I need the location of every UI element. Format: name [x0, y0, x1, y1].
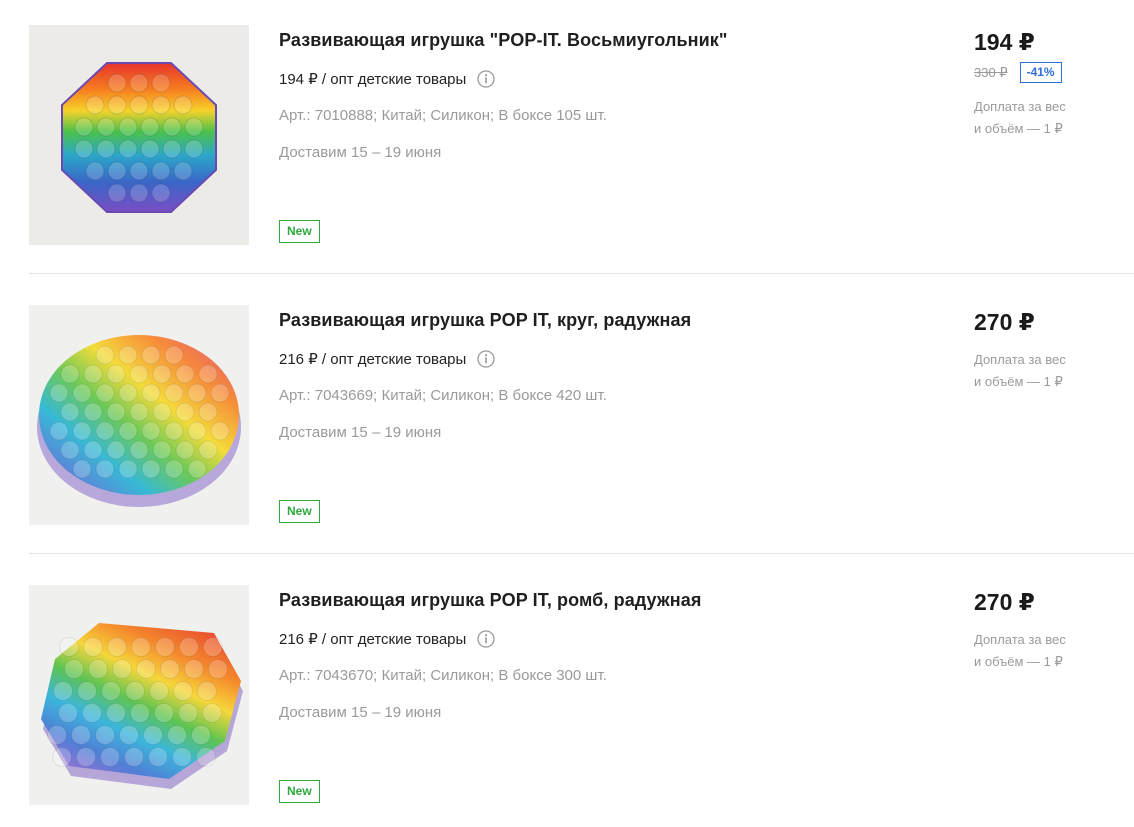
wholesale-price-text: 216 ₽ / опт детские товары [279, 631, 467, 648]
rhombus-pop-it-image [29, 585, 249, 805]
price: 194 ₽ [974, 29, 1035, 55]
price: 270 ₽ [974, 589, 1035, 615]
product-title[interactable]: Развивающая игрушка POP IT, ромб, радужн… [279, 590, 701, 611]
delivery-dates: Доставим 15 – 19 июня [279, 424, 442, 441]
wholesale-price: 216 ₽ / опт детские товары [279, 630, 495, 648]
product-image[interactable] [29, 25, 249, 245]
new-badge: New [279, 220, 320, 243]
product-image[interactable] [29, 305, 249, 525]
product-card: Развивающая игрушка "POP-IT. Восьмиуголь… [29, 25, 1134, 245]
new-badge: New [279, 780, 320, 803]
info-icon[interactable] [477, 350, 495, 368]
surcharge-note: Доплата за вес и объём — 1 ₽ [974, 349, 1134, 393]
surcharge-line: Доплата за вес [974, 99, 1066, 114]
surcharge-note: Доплата за вес и объём — 1 ₽ [974, 96, 1134, 140]
delivery-dates: Доставим 15 – 19 июня [279, 144, 442, 161]
delivery-dates: Доставим 15 – 19 июня [279, 704, 442, 721]
divider [29, 553, 1134, 554]
surcharge-line: Доплата за вес [974, 352, 1066, 367]
product-card: Развивающая игрушка POP IT, ромб, радужн… [29, 585, 1134, 805]
old-price: 330 ₽ [974, 64, 1008, 80]
product-title[interactable]: Развивающая игрушка POP IT, круг, радужн… [279, 310, 691, 331]
wholesale-price-text: 216 ₽ / опт детские товары [279, 351, 467, 368]
surcharge-line: и объём — 1 ₽ [974, 654, 1063, 669]
product-meta: Арт.: 7043670; Китай; Силикон; В боксе 3… [279, 667, 607, 684]
wholesale-price: 194 ₽ / опт детские товары [279, 70, 495, 88]
wholesale-price: 216 ₽ / опт детские товары [279, 350, 495, 368]
surcharge-line: Доплата за вес [974, 632, 1066, 647]
product-image[interactable] [29, 585, 249, 805]
product-meta: Арт.: 7043669; Китай; Силикон; В боксе 4… [279, 387, 607, 404]
circle-pop-it-image [29, 305, 249, 525]
surcharge-line: и объём — 1 ₽ [974, 374, 1063, 389]
discount-badge: -41% [1019, 62, 1062, 83]
surcharge-line: и объём — 1 ₽ [974, 121, 1063, 136]
new-badge: New [279, 500, 320, 523]
surcharge-note: Доплата за вес и объём — 1 ₽ [974, 629, 1134, 673]
octagon-pop-it-image [29, 25, 249, 245]
info-icon[interactable] [477, 630, 495, 648]
wholesale-price-text: 194 ₽ / опт детские товары [279, 71, 467, 88]
old-price-row: 330 ₽ -41% [974, 62, 1062, 83]
product-meta: Арт.: 7010888; Китай; Силикон; В боксе 1… [279, 107, 607, 124]
price: 270 ₽ [974, 309, 1035, 335]
info-icon[interactable] [477, 70, 495, 88]
divider [29, 273, 1134, 274]
product-card: Развивающая игрушка POP IT, круг, радужн… [29, 305, 1134, 525]
product-title[interactable]: Развивающая игрушка "POP-IT. Восьмиуголь… [279, 30, 728, 51]
